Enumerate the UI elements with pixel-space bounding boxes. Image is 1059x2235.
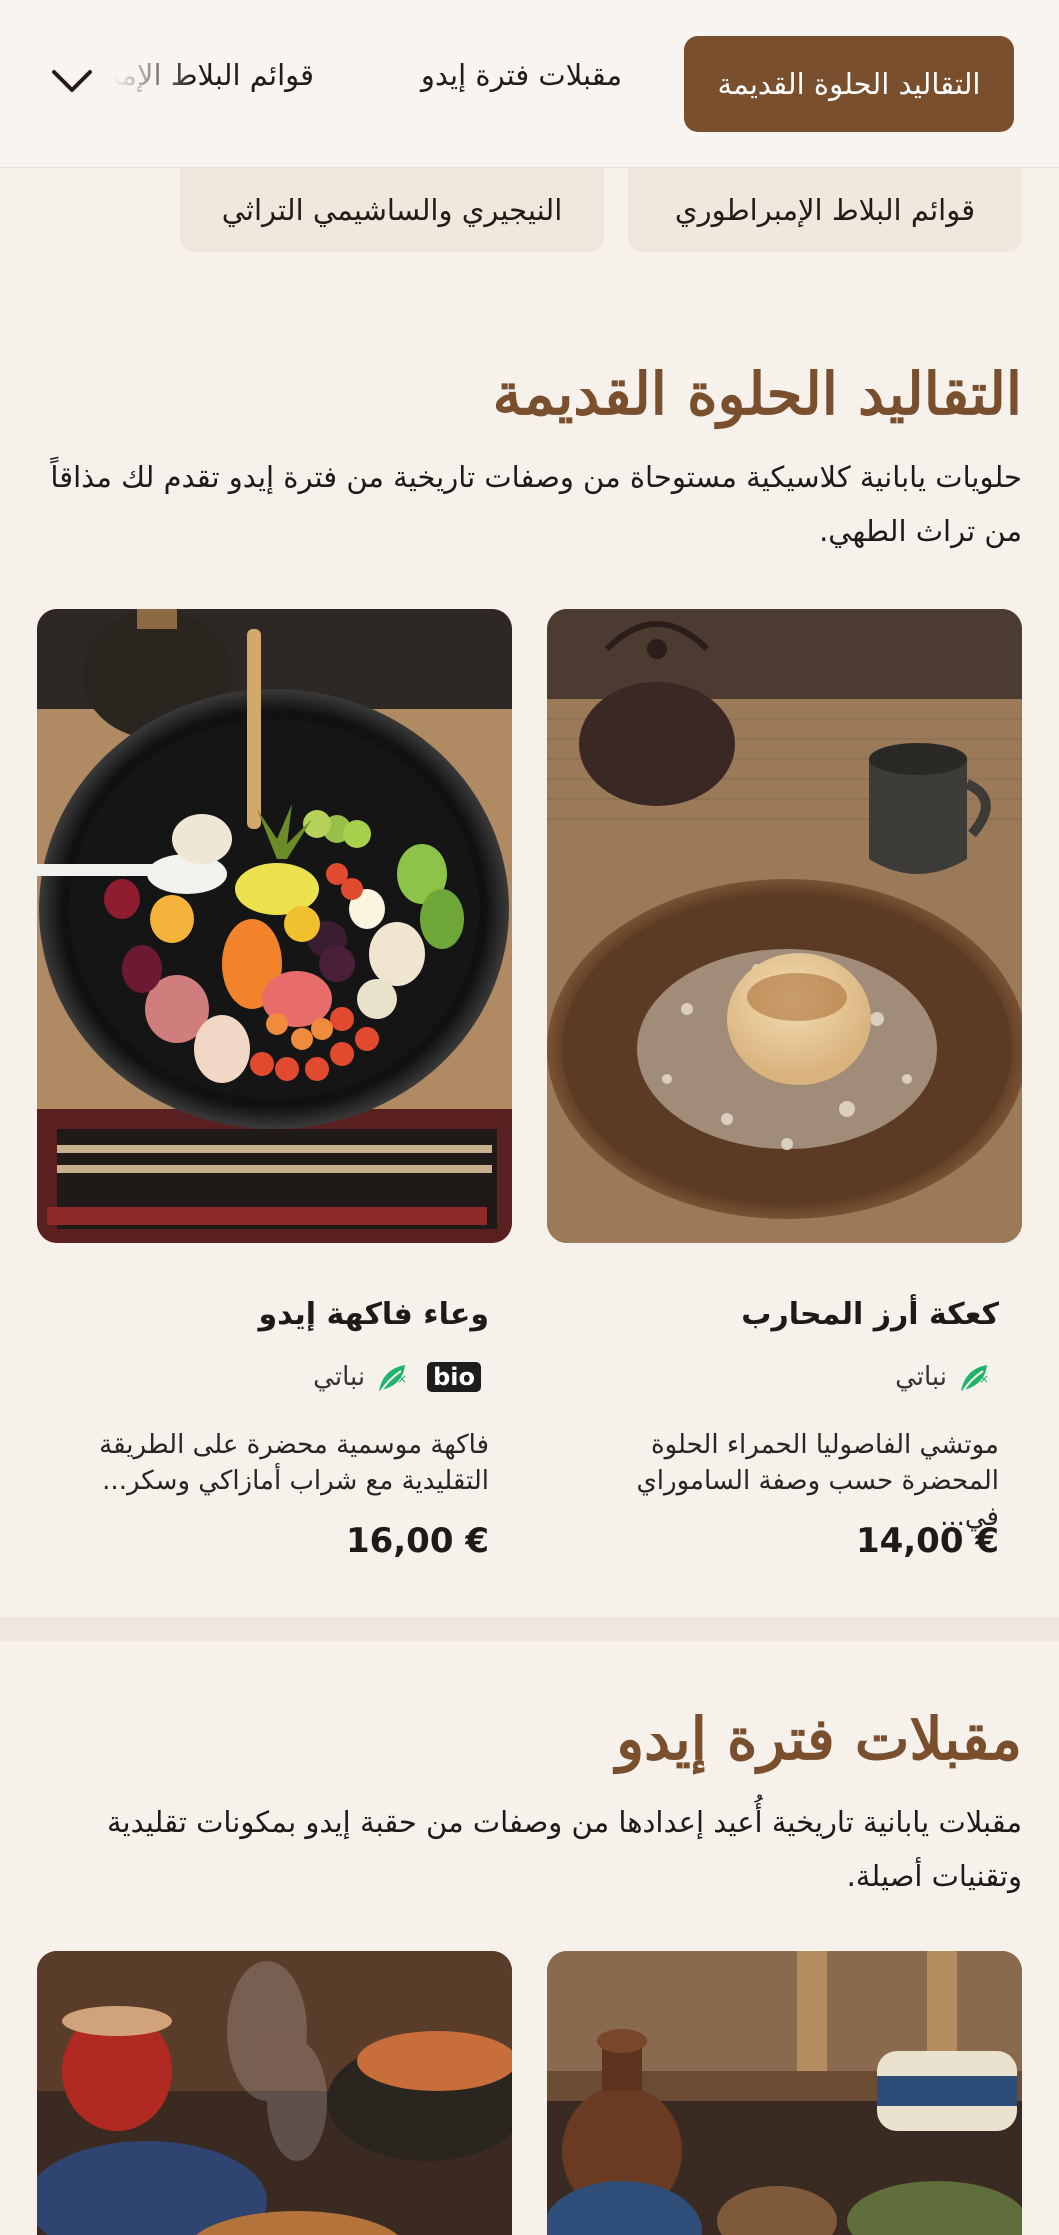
dish-description: فاكهة موسمية محضرة على الطريقة التقليدية… bbox=[99, 1430, 489, 1496]
dish-name: وعاء فاكهة إيدو bbox=[258, 1297, 489, 1332]
dish-photo bbox=[547, 1951, 1022, 2235]
nav-tab-sweet-traditions[interactable]: التقاليد الحلوة القديمة bbox=[684, 36, 1014, 132]
vegan-leaf-icon: × bbox=[379, 1365, 407, 1392]
svg-text:×: × bbox=[979, 1372, 989, 1386]
nav-tab-imperial-menus[interactable]: قوائم البلاط الإمبراطوري bbox=[114, 58, 314, 92]
menu-card[interactable]: وعاء فاكهة إيدو bio × نباتي فاكهة موسمية… bbox=[37, 609, 512, 1589]
dish-price: 14,00 € bbox=[855, 1521, 999, 1561]
bio-badge: bio bbox=[427, 1362, 481, 1392]
section-description: حلويات يابانية كلاسيكية مستوحاة من وصفات… bbox=[50, 460, 1022, 548]
menu-card[interactable] bbox=[37, 1951, 512, 2235]
subnav-imperial-menus[interactable]: قوائم البلاط الإمبراطوري bbox=[628, 168, 1022, 252]
vegan-leaf-icon: × bbox=[961, 1365, 989, 1392]
category-nav: التقاليد الحلوة القديمة مقبلات فترة إيدو… bbox=[0, 0, 1059, 168]
nav-tab-edo-appetizers[interactable]: مقبلات فترة إيدو bbox=[421, 58, 622, 92]
dish-photo bbox=[37, 1951, 512, 2235]
dish-description: موتشي الفاصوليا الحمراء الحلوة المحضرة ح… bbox=[636, 1430, 999, 1532]
section-title: التقاليد الحلوة القديمة bbox=[492, 360, 1022, 428]
nav-tab-label: مقبلات فترة إيدو bbox=[420, 58, 622, 92]
dish-price: 16,00 € bbox=[345, 1521, 489, 1561]
menu-card[interactable]: كعكة أرز المحارب × نباتي موتشي الفاصوليا… bbox=[547, 609, 1022, 1589]
section-description: مقبلات يابانية تاريخية أُعيد إعدادها من … bbox=[106, 1805, 1022, 1893]
dish-photo bbox=[37, 609, 512, 1243]
dish-name: كعكة أرز المحارب bbox=[741, 1297, 999, 1332]
dish-photo bbox=[547, 609, 1022, 1243]
nav-tab-label: قوائم البلاط الإمبراطوري bbox=[114, 58, 314, 92]
subnav-label: النيجيري والساشيمي التراثي bbox=[221, 193, 563, 227]
vegan-label: نباتي bbox=[313, 1362, 366, 1392]
nav-tab-label: التقاليد الحلوة القديمة bbox=[717, 67, 981, 101]
menu-card[interactable] bbox=[547, 1951, 1022, 2235]
subnav-label: قوائم البلاط الإمبراطوري bbox=[674, 193, 976, 227]
dish-tags: bio × نباتي bbox=[313, 1357, 489, 1397]
chevron-down-icon[interactable] bbox=[50, 66, 94, 96]
section-title: مقبلات فترة إيدو bbox=[616, 1705, 1022, 1773]
subnav-heritage-sushi[interactable]: النيجيري والساشيمي التراثي bbox=[180, 168, 604, 252]
dish-tags: × نباتي bbox=[895, 1357, 999, 1397]
svg-text:×: × bbox=[397, 1372, 407, 1386]
vegan-label: نباتي bbox=[895, 1362, 947, 1392]
section-divider bbox=[0, 1617, 1059, 1641]
